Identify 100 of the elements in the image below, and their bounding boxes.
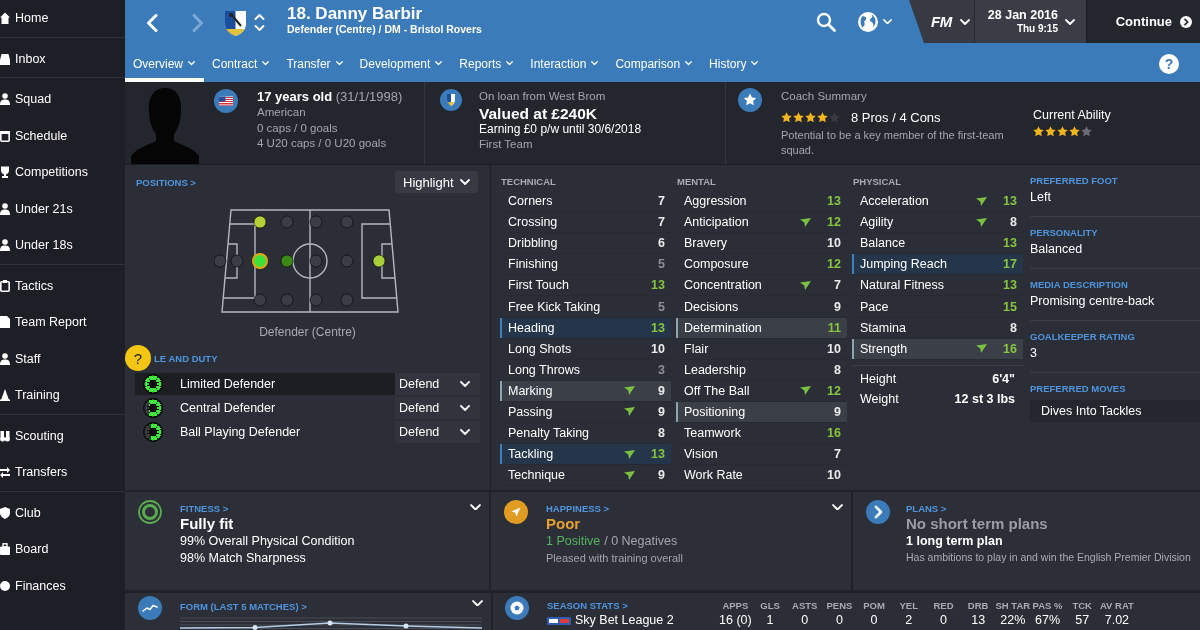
star-icon xyxy=(829,112,840,123)
attribute-name: Long Shots xyxy=(508,341,573,356)
tab[interactable]: Transfer xyxy=(278,45,352,82)
attribute-value: 13 xyxy=(1002,194,1017,209)
attribute-name: Stamina xyxy=(860,320,907,335)
role-item[interactable]: Central Defender xyxy=(135,397,395,419)
age-text: 17 years old (31/1/1998) xyxy=(257,89,403,105)
attribute-value: 10 xyxy=(650,341,665,356)
attribute-value: 5 xyxy=(657,257,665,272)
attribute-value: 10 xyxy=(826,341,841,356)
chevron-icon xyxy=(959,18,970,25)
sidebar-item[interactable]: Under 21s xyxy=(0,190,125,227)
sidebar-item[interactable]: Staff xyxy=(0,340,125,377)
tab[interactable]: History xyxy=(701,45,768,82)
sidebar-item[interactable]: Training xyxy=(0,377,125,414)
column-header: AV RAT xyxy=(1099,600,1135,612)
detail-label: PERSONALITY xyxy=(1030,227,1099,239)
stat-value: 0 xyxy=(834,613,844,628)
sidebar-item[interactable]: Board xyxy=(0,531,125,568)
suitability-meter xyxy=(143,374,163,394)
sidebar-item[interactable]: Finances xyxy=(0,567,125,604)
attribute-name: Passing xyxy=(508,405,554,419)
coach-summary-text: Potential to be a key member of the first-team squad. xyxy=(781,127,1005,158)
attribute-value: 13 xyxy=(650,278,665,293)
tab[interactable]: Comparison xyxy=(607,45,702,82)
attribute-name: Crossing xyxy=(508,215,559,230)
section-link[interactable]: FORM (LAST 5 MATCHES) > xyxy=(180,601,472,613)
attribute-value: 12 xyxy=(826,215,841,230)
section-heading: LE AND DUTY xyxy=(154,352,218,364)
sidebar-item[interactable]: Competitions xyxy=(0,154,125,191)
sidebar-item[interactable]: Tactics xyxy=(0,267,125,304)
star-icon xyxy=(793,112,804,123)
attribute-value: 13 xyxy=(826,194,841,209)
highlight-dropdown[interactable]: Highlight xyxy=(395,171,478,193)
sidebar-item[interactable]: Team Report xyxy=(0,304,125,341)
game-menu-button[interactable]: FM xyxy=(909,0,974,43)
sidebar-item[interactable]: Scouting xyxy=(0,417,125,454)
duty-dropdown[interactable]: Defend xyxy=(395,397,480,419)
column-heading: PHYSICAL xyxy=(852,176,903,188)
stat-value: 1 xyxy=(765,613,775,628)
physique-value: 12 st 3 lbs xyxy=(954,391,1015,406)
section-link[interactable]: PLANS > xyxy=(906,503,1200,515)
chevron-right-icon xyxy=(866,500,890,524)
plan-description: Has ambitions to play in and win the English Premier Division xyxy=(906,550,1192,565)
role-item[interactable]: Ball Playing Defender xyxy=(135,421,395,443)
attribute-name: Positioning xyxy=(684,405,747,419)
player-name: 18. Danny Barbir xyxy=(287,5,424,23)
wage-text: Earning £0 p/w until 30/6/2018 xyxy=(479,121,642,137)
attribute-name: Natural Fitness xyxy=(860,278,946,293)
trophy-icon xyxy=(0,166,10,179)
attribute-name: Composure xyxy=(684,257,750,272)
coach-summary-title: Coach Summary xyxy=(781,89,868,104)
attribute-name: Balance xyxy=(860,236,907,251)
circle-icon xyxy=(0,579,10,592)
pointer-icon xyxy=(504,500,528,524)
sidebar-item[interactable]: Home xyxy=(0,0,125,37)
tab[interactable]: Interaction xyxy=(522,45,608,82)
chevron-icon xyxy=(460,179,470,185)
stat-value: 16 (0) xyxy=(718,613,753,628)
attribute-value: 17 xyxy=(1002,257,1017,272)
sidebar-item[interactable]: Schedule xyxy=(0,117,125,154)
attribute-name: Determination xyxy=(684,320,763,335)
sidebar-item[interactable]: Under 18s xyxy=(0,227,125,264)
arrows-icon xyxy=(0,466,10,479)
tab[interactable]: Reports xyxy=(451,45,523,82)
tab[interactable]: Overview xyxy=(125,45,204,82)
preferred-move-item: Dives Into Tackles xyxy=(1030,400,1200,422)
section-link[interactable]: FITNESS > xyxy=(180,503,470,515)
duty-dropdown[interactable]: Defend xyxy=(395,373,480,395)
duty-dropdown[interactable]: Defend xyxy=(395,421,480,443)
attribute-name: Technique xyxy=(508,468,566,483)
tab[interactable]: Development xyxy=(351,45,452,82)
sidebar-item[interactable]: Transfers xyxy=(0,454,125,491)
role-item[interactable]: Limited Defender xyxy=(135,373,395,395)
sidebar-item[interactable]: Club xyxy=(0,494,125,531)
positives-text: 1 Positive xyxy=(546,533,601,550)
attribute-name: Decisions xyxy=(684,299,740,314)
section-link[interactable]: SEASON STATS > xyxy=(547,600,718,612)
attribute-value: 9 xyxy=(833,405,841,419)
sidebar-item[interactable]: Inbox xyxy=(0,40,125,77)
help-button[interactable]: ? xyxy=(125,345,151,371)
date-button[interactable]: 28 Jan 2016 Thu 9:15 xyxy=(974,0,1086,43)
positions-link[interactable]: POSITIONS > xyxy=(136,176,196,188)
star-icon xyxy=(817,112,828,123)
column-header: GLS xyxy=(759,600,781,612)
attribute-name: Teamwork xyxy=(684,426,742,441)
attribute-name: First Touch xyxy=(508,278,570,293)
attribute-value: 13 xyxy=(1002,236,1017,251)
attribute-value: 11 xyxy=(826,320,841,335)
sidebar-item[interactable]: Squad xyxy=(0,81,125,118)
attribute-name: Long Throws xyxy=(508,362,582,377)
help-button[interactable]: ? xyxy=(1159,53,1179,74)
suitability-meter xyxy=(143,398,163,418)
chevron-icon xyxy=(435,61,443,66)
stat-value: 2 xyxy=(904,613,914,628)
continue-button[interactable]: Continue xyxy=(1086,0,1200,43)
section-link[interactable]: HAPPINESS > xyxy=(546,503,832,515)
attribute-name: Jumping Reach xyxy=(860,257,948,272)
attribute-value: 9 xyxy=(657,468,665,483)
tab[interactable]: Contract xyxy=(204,45,279,82)
